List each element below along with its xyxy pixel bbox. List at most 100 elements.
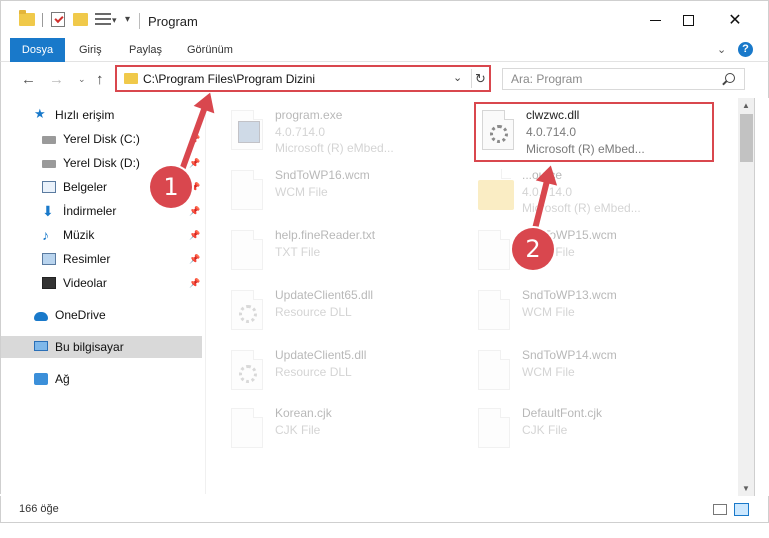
nav-item-network[interactable]: Ağ <box>1 368 202 390</box>
nav-item-this-pc[interactable]: Bu bilgisayar <box>1 336 202 358</box>
forward-button[interactable]: → <box>49 71 64 88</box>
file-tile[interactable]: SndToWP16.wcm WCM File <box>231 166 476 222</box>
status-bar: 166 öğe <box>0 496 769 523</box>
scroll-up-icon[interactable]: ▲ <box>742 101 750 110</box>
tab-home[interactable]: Giriş <box>73 38 108 62</box>
file-icon <box>478 230 510 270</box>
nav-label: Belgeler <box>63 180 108 194</box>
file-tile[interactable]: DefaultFont.cjk CJK File <box>478 404 723 460</box>
file-version: 4.0.714.0 <box>526 125 577 139</box>
file-name: Korean.cjk <box>275 406 332 420</box>
dll-gear-icon <box>231 290 263 330</box>
nav-item-pictures[interactable]: Resimler 📌 <box>1 248 202 270</box>
star-icon: ★ <box>34 106 46 121</box>
file-tile[interactable]: ...ource 4.0.714.0 Microsoft (R) eMbed..… <box>478 166 723 222</box>
file-tile[interactable]: SndToWP13.wcm WCM File <box>478 286 723 342</box>
details-view-icon[interactable] <box>713 504 727 515</box>
nav-label: İndirmeler <box>63 204 117 218</box>
navigation-pane: ★ Hızlı erişim Yerel Disk (C:) 📌 Yerel D… <box>0 98 206 494</box>
video-icon <box>42 277 56 289</box>
pin-icon[interactable]: 📌 <box>189 272 200 294</box>
file-tile-selected[interactable]: clwzwc.dll 4.0.714.0 Microsoft (R) eMbed… <box>474 102 714 162</box>
file-icon <box>478 408 510 448</box>
documents-icon <box>42 181 56 193</box>
tiles-view-icon[interactable] <box>734 503 749 516</box>
file-tile[interactable]: Korean.cjk CJK File <box>231 404 476 460</box>
minimize-icon <box>649 19 661 21</box>
back-button[interactable]: ← <box>21 71 36 88</box>
file-tile[interactable]: help.fineReader.txt TXT File <box>231 226 476 282</box>
nav-label: Videolar <box>63 276 107 290</box>
up-button[interactable]: ↑ <box>96 71 104 88</box>
file-name: DefaultFont.cjk <box>522 406 603 420</box>
nav-item-local-disk-c[interactable]: Yerel Disk (C:) 📌 <box>1 128 202 150</box>
download-icon: ⬇ <box>42 203 54 219</box>
help-icon[interactable]: ? <box>738 42 753 57</box>
scroll-down-icon[interactable]: ▼ <box>742 484 750 493</box>
nav-label: Resimler <box>63 252 111 266</box>
folder-icon <box>124 73 138 84</box>
properties-icon[interactable] <box>51 12 65 27</box>
nav-label: OneDrive <box>55 308 106 322</box>
nav-item-videos[interactable]: Videolar 📌 <box>1 272 202 294</box>
expand-ribbon-icon[interactable]: ⌄ <box>717 43 726 56</box>
file-icon <box>231 170 263 210</box>
search-input[interactable]: Ara: Program <box>511 72 582 86</box>
file-icon <box>478 350 510 390</box>
address-bar[interactable]: C:\Program Files\Program Dizini ⌄ ↻ <box>115 65 491 92</box>
pin-icon[interactable]: 📌 <box>189 224 200 246</box>
file-name: clwzwc.dll <box>526 108 580 122</box>
nav-item-onedrive[interactable]: OneDrive <box>1 304 202 326</box>
file-tile[interactable]: UpdateClient5.dll Resource DLL <box>231 346 476 402</box>
tab-file[interactable]: Dosya <box>10 38 65 62</box>
file-type: WCM File <box>522 305 575 319</box>
file-type: Resource DLL <box>275 365 352 379</box>
cloud-icon <box>34 312 48 321</box>
tab-share[interactable]: Paylaş <box>123 38 168 62</box>
vertical-scrollbar[interactable]: ▲ ▼ <box>738 98 755 496</box>
file-icon <box>478 290 510 330</box>
recent-locations-button[interactable]: ⌄ <box>78 74 86 85</box>
nav-label: Yerel Disk (D:) <box>63 156 140 170</box>
dll-gear-icon <box>482 110 514 150</box>
chevron-down-icon[interactable]: ⌄ <box>453 71 462 84</box>
file-type: WCM File <box>275 185 328 199</box>
file-description: Microsoft (R) eMbed... <box>526 142 645 156</box>
pin-icon[interactable]: 📌 <box>189 152 200 174</box>
music-icon: ♪ <box>42 227 49 243</box>
nav-quick-access[interactable]: ★ Hızlı erişim <box>1 104 202 126</box>
file-name: SndToWP14.wcm <box>522 348 617 362</box>
nav-item-music[interactable]: ♪ Müzik 📌 <box>1 224 202 246</box>
file-type: CJK File <box>522 423 568 437</box>
maximize-button[interactable] <box>665 1 711 39</box>
scroll-thumb[interactable] <box>740 114 753 162</box>
pin-icon[interactable]: 📌 <box>189 248 200 270</box>
file-tile[interactable]: SndToWP14.wcm WCM File <box>478 346 723 402</box>
file-tile[interactable]: program.exe 4.0.714.0 Microsoft (R) eMbe… <box>231 106 476 162</box>
tab-view[interactable]: Görünüm <box>181 38 239 62</box>
address-path[interactable]: C:\Program Files\Program Dizini <box>143 72 315 86</box>
computer-icon <box>34 341 48 351</box>
file-name: UpdateClient65.dll <box>275 288 374 302</box>
pin-icon[interactable]: 📌 <box>189 200 200 222</box>
close-button[interactable]: ✕ <box>712 1 758 39</box>
refresh-button[interactable]: ↻ <box>471 69 489 88</box>
file-icon <box>231 408 263 448</box>
file-name: SndToWP16.wcm <box>275 168 370 182</box>
search-icon[interactable] <box>725 73 735 83</box>
chevron-down-icon[interactable]: ▾ <box>112 15 117 26</box>
folder-icon <box>478 169 514 210</box>
file-type: CJK File <box>275 423 321 437</box>
network-icon <box>34 373 48 385</box>
file-name: SndToWP13.wcm <box>522 288 617 302</box>
search-box[interactable]: Ara: Program <box>502 68 745 90</box>
annotation-step-2: 2 <box>512 228 554 270</box>
file-version: 4.0.714.0 <box>275 125 326 139</box>
new-folder-icon[interactable] <box>73 13 88 26</box>
exe-icon <box>231 110 263 150</box>
customize-toolbar-icon[interactable]: ▾ <box>125 14 130 25</box>
file-type: Resource DLL <box>275 305 352 319</box>
view-options-icon[interactable] <box>95 12 111 26</box>
file-tile[interactable]: UpdateClient65.dll Resource DLL <box>231 286 476 342</box>
file-name: program.exe <box>275 108 343 122</box>
